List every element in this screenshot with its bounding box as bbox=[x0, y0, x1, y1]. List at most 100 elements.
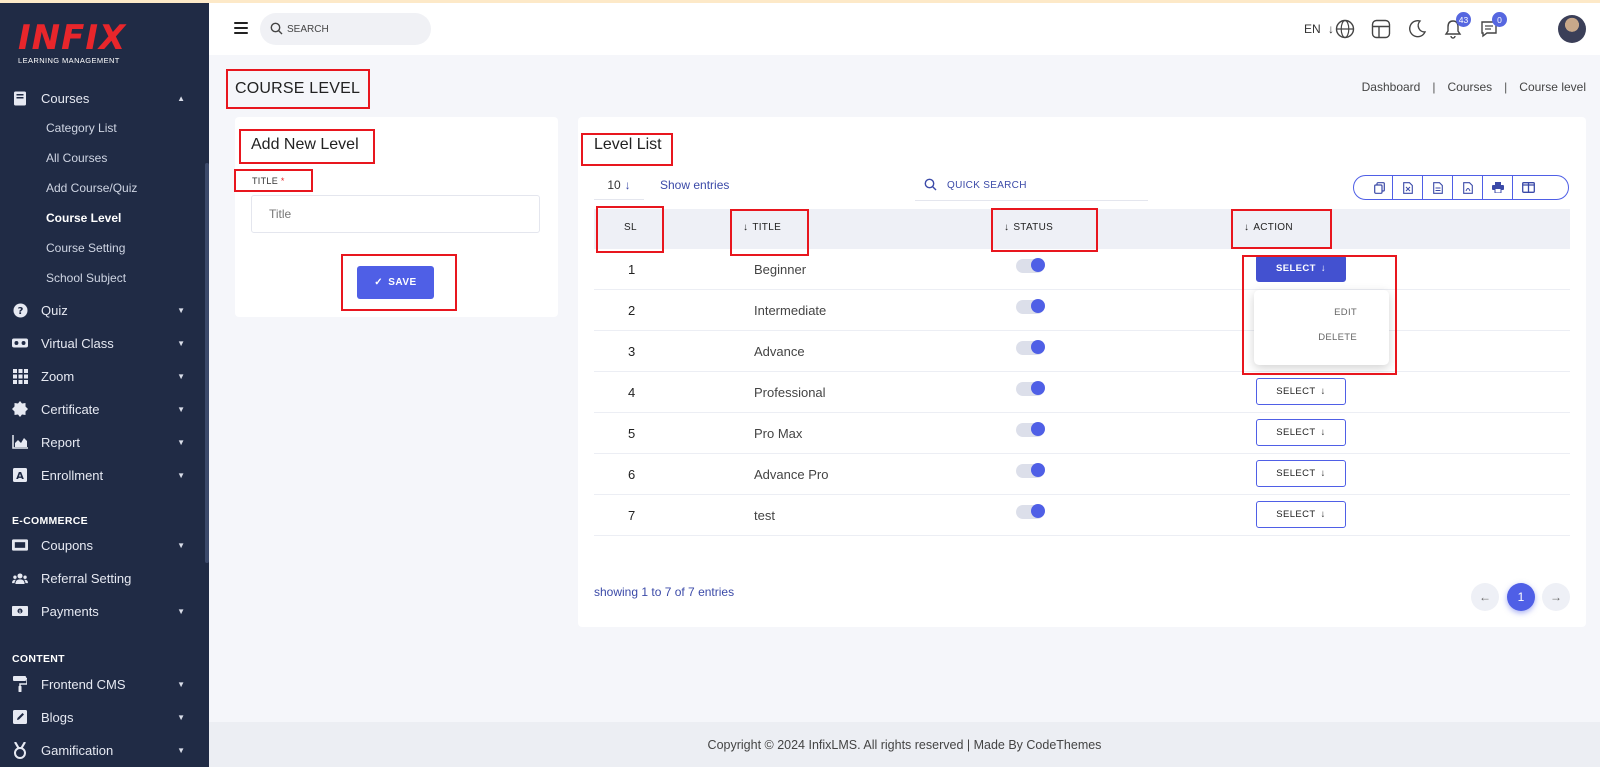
status-toggle[interactable] bbox=[1016, 463, 1045, 478]
layout-icon[interactable] bbox=[1371, 19, 1391, 39]
sidebar-item-enrollment[interactable]: A Enrollment ▼ bbox=[0, 463, 205, 487]
required-mark: * bbox=[280, 176, 285, 186]
breadcrumb-dashboard[interactable]: Dashboard bbox=[1362, 80, 1421, 94]
status-toggle[interactable] bbox=[1016, 340, 1045, 355]
previous-page-button[interactable]: ← bbox=[1471, 583, 1499, 611]
language-label: EN bbox=[1304, 22, 1321, 36]
sidebar-item-label: Report bbox=[41, 434, 81, 450]
title-input[interactable] bbox=[251, 195, 540, 233]
sidebar-item-coupons[interactable]: Coupons ▼ bbox=[0, 533, 205, 557]
status-toggle[interactable] bbox=[1016, 299, 1045, 314]
arrow-left-icon: ← bbox=[1479, 590, 1491, 604]
globe-icon[interactable] bbox=[1335, 19, 1355, 39]
select-action-button[interactable]: SELECT ↓ bbox=[1256, 460, 1346, 487]
sidebar-item-label: Courses bbox=[41, 90, 90, 106]
print-button[interactable] bbox=[1483, 176, 1513, 199]
status-toggle[interactable] bbox=[1016, 381, 1045, 396]
sidebar-item-label: Zoom bbox=[41, 368, 75, 384]
copyright-text: Copyright © 2024 InfixLMS. All rights re… bbox=[707, 737, 1102, 752]
select-action-button[interactable]: SELECT ↓ bbox=[1256, 419, 1346, 446]
sidebar-item-certificate[interactable]: Certificate ▼ bbox=[0, 397, 205, 421]
chart-area-icon bbox=[12, 434, 28, 450]
svg-text:$: $ bbox=[19, 609, 22, 615]
svg-text:A: A bbox=[16, 471, 24, 482]
sidebar-subitem-all-courses[interactable]: All Courses bbox=[46, 151, 107, 165]
quick-search bbox=[915, 169, 1148, 201]
moon-icon[interactable] bbox=[1407, 19, 1427, 39]
row-sl: 2 bbox=[628, 303, 636, 318]
status-toggle[interactable] bbox=[1016, 258, 1045, 273]
sidebar-subitem-school-subject[interactable]: School Subject bbox=[46, 271, 126, 285]
row-title: test bbox=[754, 508, 775, 523]
level-list-title: Level List bbox=[594, 136, 662, 153]
sidebar-item-quiz[interactable]: ? Quiz ▼ bbox=[0, 298, 205, 322]
top-bar: EN ↓ 43 0 bbox=[209, 3, 1600, 55]
select-action-button[interactable]: SELECT ↓ bbox=[1256, 378, 1346, 405]
sidebar-item-label: Gamification bbox=[41, 742, 114, 758]
logo-subtitle: LEARNING MANAGEMENT bbox=[18, 56, 120, 65]
edit-menu-item[interactable]: EDIT bbox=[1334, 307, 1357, 318]
select-label: SELECT bbox=[1276, 468, 1316, 479]
column-header-status[interactable]: ↓ STATUS bbox=[1004, 222, 1053, 233]
logo[interactable]: INFIX LEARNING MANAGEMENT bbox=[18, 21, 126, 65]
sidebar-subitem-add-course-quiz[interactable]: Add Course/Quiz bbox=[46, 181, 137, 195]
column-header-action[interactable]: ↓ ACTION bbox=[1244, 222, 1293, 233]
messages-icon[interactable]: 0 bbox=[1479, 12, 1507, 39]
sidebar-item-blogs[interactable]: Blogs ▼ bbox=[0, 705, 205, 729]
copy-icon bbox=[1374, 181, 1385, 194]
avatar[interactable] bbox=[1558, 15, 1586, 43]
sidebar-item-courses[interactable]: Courses ▲ bbox=[0, 86, 205, 110]
chevron-down-icon: ▼ bbox=[177, 338, 185, 348]
level-list-card: Level List 10 ↓ Show entries SL bbox=[578, 117, 1586, 627]
excel-button[interactable] bbox=[1393, 176, 1423, 199]
sidebar-item-virtual-class[interactable]: Virtual Class ▼ bbox=[0, 331, 205, 355]
sidebar-item-label: Frontend CMS bbox=[41, 676, 126, 692]
row-sl: 4 bbox=[628, 385, 636, 400]
toggle-knob bbox=[1031, 504, 1045, 518]
entries-select[interactable]: 10 ↓ bbox=[594, 170, 644, 200]
sidebar-subitem-course-level[interactable]: Course Level bbox=[46, 211, 121, 225]
sidebar-subitem-category-list[interactable]: Category List bbox=[46, 121, 117, 135]
status-toggle[interactable] bbox=[1016, 422, 1045, 437]
status-toggle[interactable] bbox=[1016, 504, 1045, 519]
title-header-label: TITLE bbox=[752, 222, 782, 233]
language-selector[interactable]: EN ↓ bbox=[1304, 22, 1334, 36]
chevron-down-icon: ▼ bbox=[177, 745, 185, 755]
search-input[interactable] bbox=[287, 21, 417, 37]
sidebar-item-zoom[interactable]: Zoom ▼ bbox=[0, 364, 205, 388]
save-button[interactable]: ✓ SAVE bbox=[357, 266, 434, 299]
entries-label: Show entries bbox=[660, 178, 730, 192]
breadcrumb-courses[interactable]: Courses bbox=[1447, 80, 1492, 94]
quick-search-input[interactable] bbox=[947, 177, 1137, 193]
copy-button[interactable] bbox=[1354, 176, 1393, 199]
sidebar-scrollbar[interactable] bbox=[205, 163, 209, 563]
chevron-down-icon: ▼ bbox=[177, 470, 185, 480]
messages-badge: 0 bbox=[1492, 12, 1507, 27]
delete-menu-item[interactable]: DELETE bbox=[1318, 332, 1357, 343]
sidebar-item-referral-setting[interactable]: Referral Setting bbox=[0, 566, 205, 590]
logo-text: INFIX bbox=[18, 18, 127, 58]
menu-toggle-icon[interactable] bbox=[234, 22, 248, 34]
page-button-current[interactable]: 1 bbox=[1507, 583, 1535, 611]
sidebar-item-gamification[interactable]: Gamification ▼ bbox=[0, 738, 205, 762]
sidebar-item-payments[interactable]: $ Payments ▼ bbox=[0, 599, 205, 623]
select-action-button[interactable]: SELECT ↓ bbox=[1256, 255, 1346, 282]
row-title: Intermediate bbox=[754, 303, 827, 318]
arrow-down-icon: ↓ bbox=[624, 177, 631, 192]
arrow-right-icon: → bbox=[1550, 590, 1562, 604]
sidebar-item-report[interactable]: Report ▼ bbox=[0, 430, 205, 454]
csv-button[interactable] bbox=[1423, 176, 1453, 199]
columns-button[interactable] bbox=[1513, 176, 1568, 199]
column-header-sl[interactable]: SL bbox=[624, 222, 637, 233]
showing-entries-text: showing 1 to 7 of 7 entries bbox=[594, 585, 735, 599]
select-action-button[interactable]: SELECT ↓ bbox=[1256, 501, 1346, 528]
action-header-label: ACTION bbox=[1253, 222, 1293, 233]
sidebar-item-frontend-cms[interactable]: Frontend CMS ▼ bbox=[0, 672, 205, 696]
column-header-title[interactable]: ↓ TITLE bbox=[743, 222, 781, 233]
next-page-button[interactable]: → bbox=[1542, 583, 1570, 611]
notifications-bell-icon[interactable]: 43 bbox=[1443, 12, 1471, 39]
sidebar-subitem-course-setting[interactable]: Course Setting bbox=[46, 241, 125, 255]
chevron-down-icon: ▼ bbox=[177, 679, 185, 689]
pdf-button[interactable] bbox=[1453, 176, 1483, 199]
sidebar-item-label: Blogs bbox=[41, 709, 74, 725]
